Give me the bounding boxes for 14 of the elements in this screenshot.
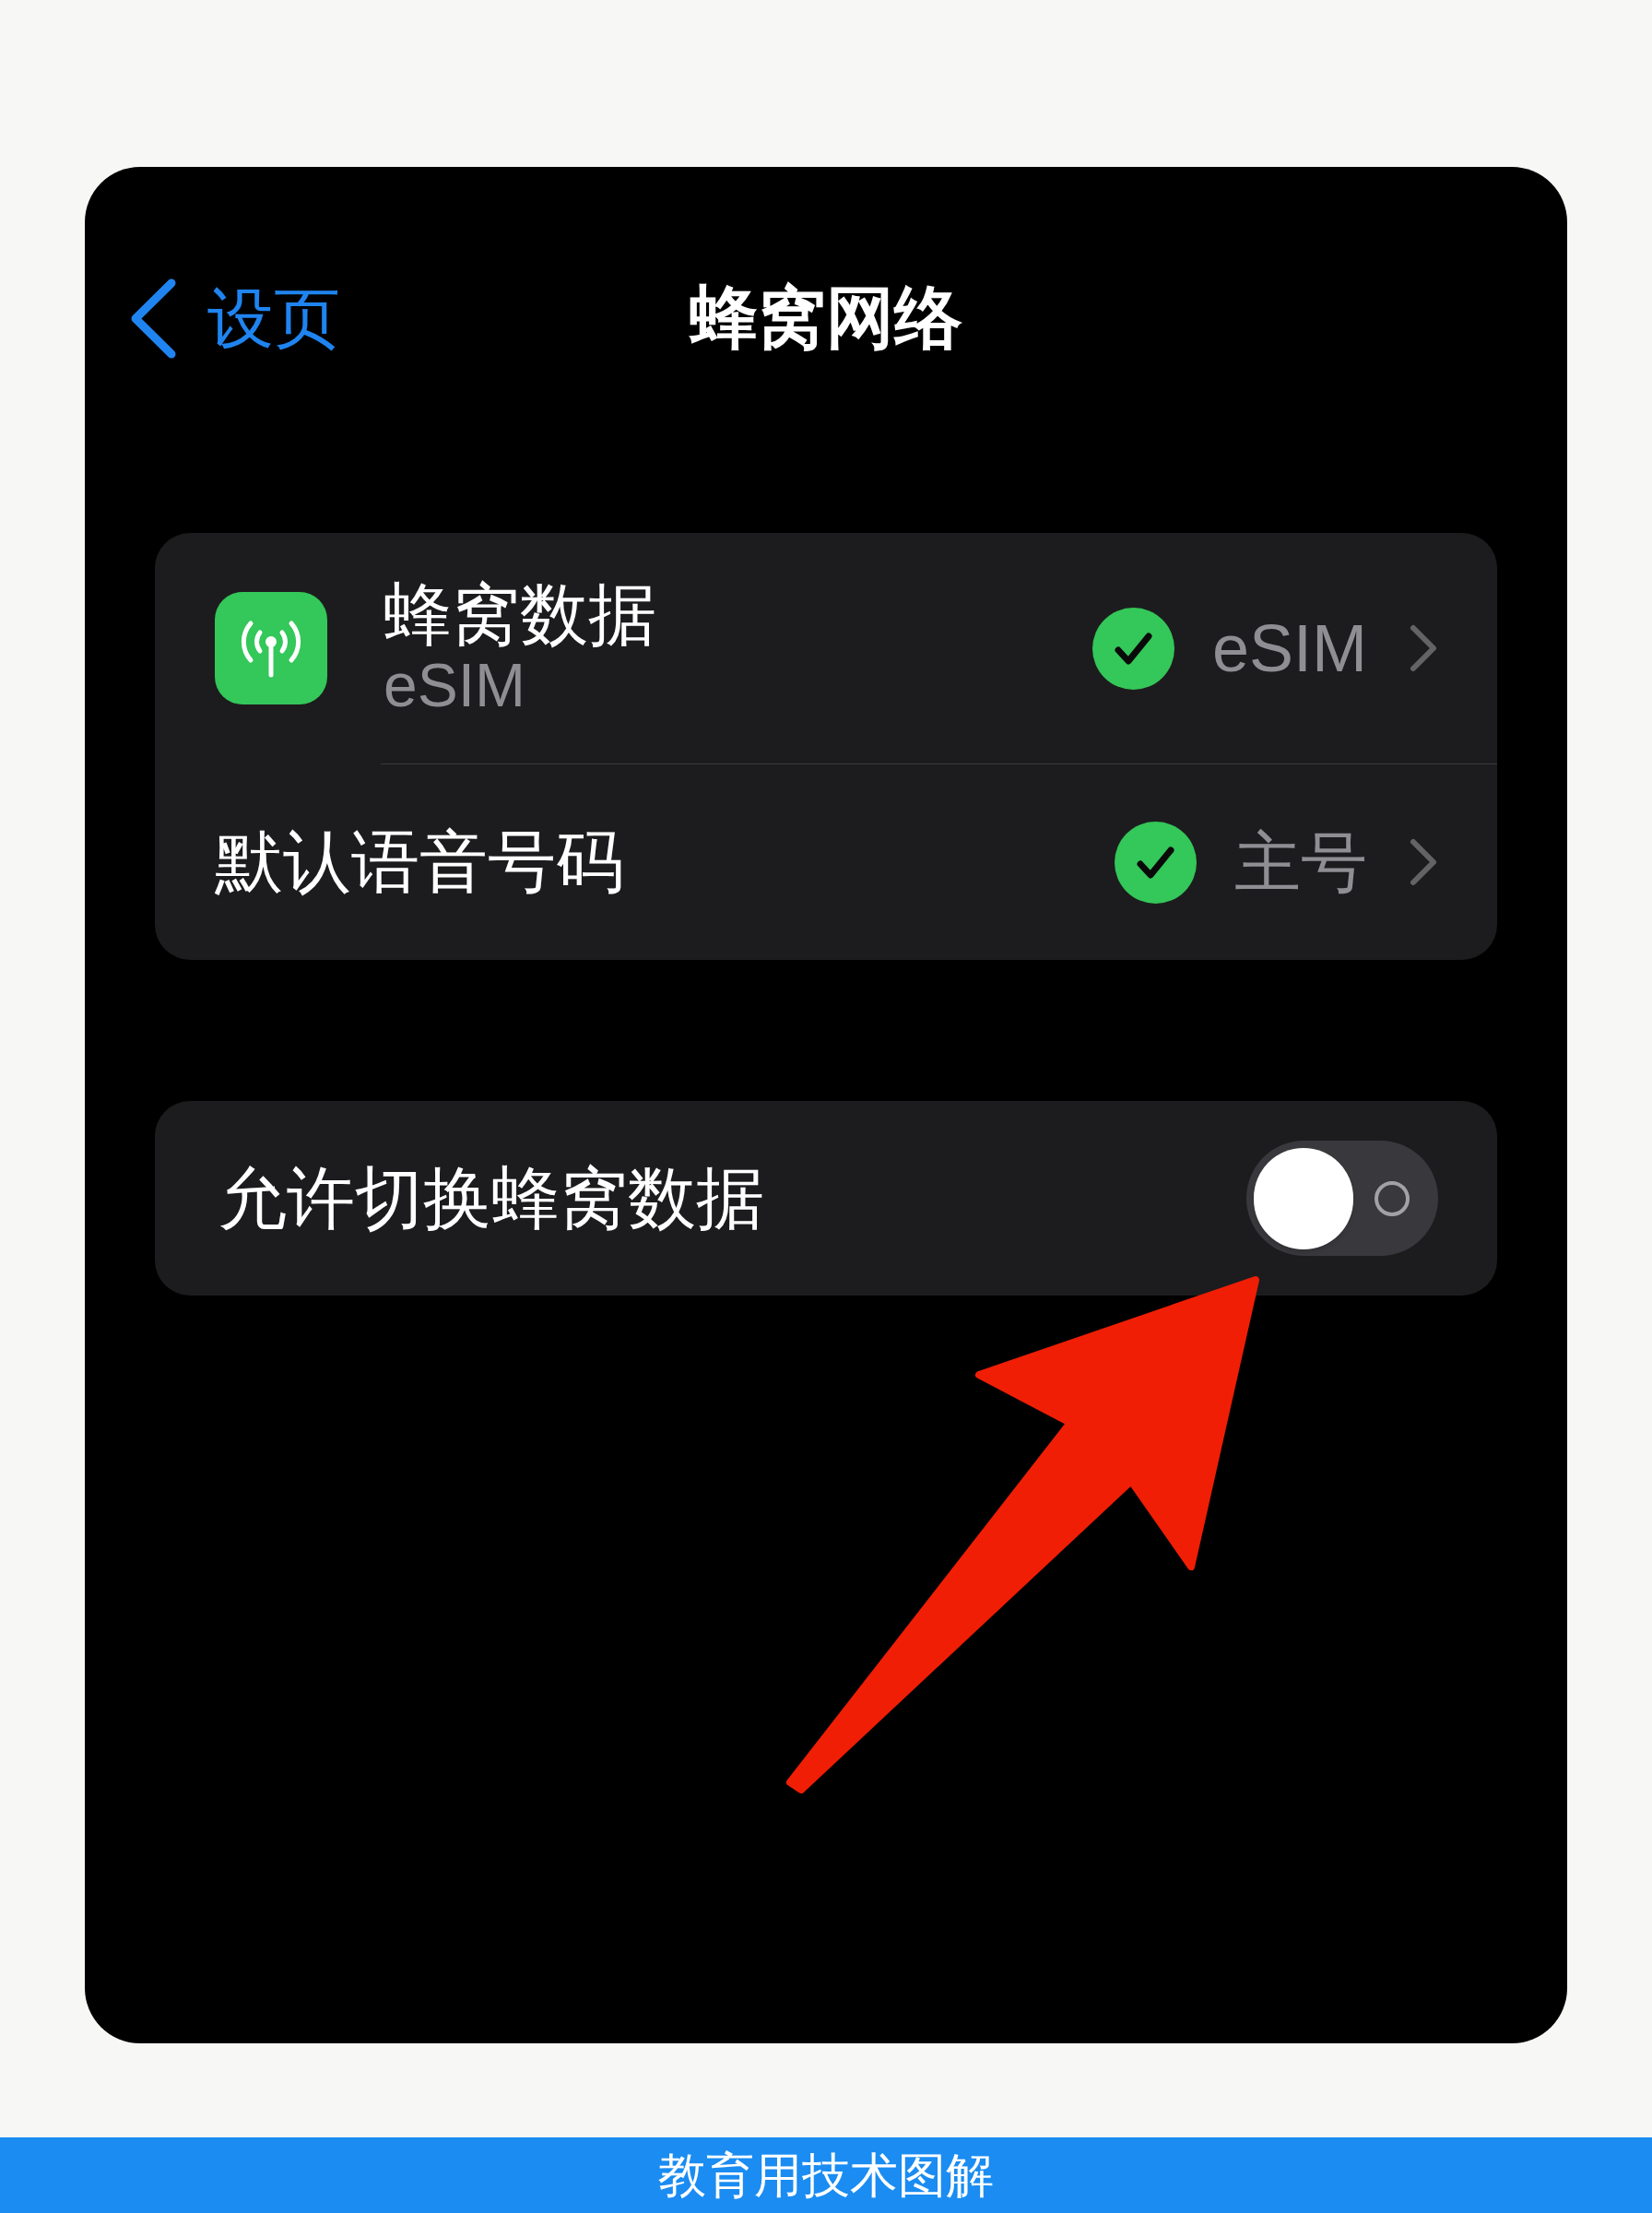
row-title: 蜂窝数据 bbox=[384, 577, 656, 653]
chevron-right-icon bbox=[1409, 623, 1438, 673]
toggle-thumb[interactable] bbox=[1254, 1147, 1353, 1249]
antenna-icon bbox=[215, 592, 327, 704]
row-subtitle: eSIM bbox=[384, 652, 526, 719]
chevron-right-icon bbox=[1409, 837, 1438, 887]
row-value: eSIM bbox=[1211, 615, 1367, 681]
row-value: 主号 bbox=[1234, 829, 1367, 895]
back-button[interactable]: 设页 bbox=[130, 278, 340, 359]
row-title: 允许切换蜂窝数据 bbox=[218, 1160, 764, 1237]
chevron-left-icon bbox=[130, 278, 176, 359]
ring-icon bbox=[1374, 1179, 1410, 1217]
caption-text: 教育用技术图解 bbox=[658, 2151, 994, 2199]
row-title: 默认语音号码 bbox=[215, 824, 624, 900]
